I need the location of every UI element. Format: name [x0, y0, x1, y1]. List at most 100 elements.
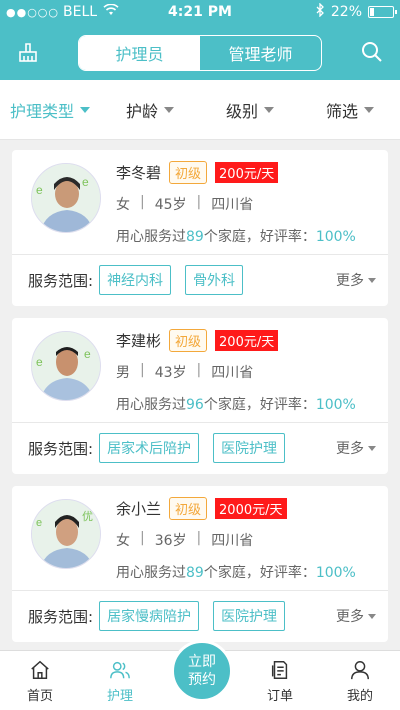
scope-tag[interactable]: 医院护理 [213, 433, 286, 463]
tab-caregiver[interactable]: 护理员 [79, 36, 200, 70]
served-prefix: 用心服务过 [116, 229, 186, 245]
carrier-name: BELL [63, 4, 98, 20]
filter-care-type[interactable]: 护理类型 [0, 98, 100, 122]
scope-tag[interactable]: 居家术后陪护 [99, 433, 200, 463]
tab-care[interactable]: 护理 [80, 651, 160, 710]
province: 四川省 [211, 197, 254, 213]
scope-tag[interactable]: 医院护理 [213, 601, 286, 631]
caregiver-name: 李建彬 [116, 331, 162, 350]
top-navbar: 护理员 管理老师 [0, 24, 400, 80]
book-now-button[interactable]: 立即 预约 [171, 640, 233, 702]
more-button[interactable]: 更多 [336, 606, 376, 626]
caregiver-card[interactable]: ee 李冬碧 初级 200元/天 女 | 45岁 | 四川省 用心服务过89个家庭，… [12, 150, 388, 306]
chevron-down-icon [164, 106, 174, 113]
separator: | [140, 530, 145, 546]
tab-label: 我的 [346, 689, 373, 704]
more-button[interactable]: 更多 [336, 270, 376, 290]
person-icon [351, 661, 369, 680]
tab-home[interactable]: 首页 [0, 651, 80, 710]
served-count: 89 [186, 229, 204, 245]
price-badge: 2000元/天 [215, 497, 287, 519]
caregiver-info: 余小兰 初级 2000元/天 女 | 36岁 | 四川省 用心服务过89个家庭，好评… [116, 496, 380, 582]
served-count: 89 [186, 565, 204, 581]
more-label: 更多 [336, 609, 364, 625]
separator: | [196, 362, 202, 378]
role-segmented-control: 护理员 管理老师 [78, 35, 322, 71]
scope-tag[interactable]: 骨外科 [185, 265, 244, 295]
chevron-down-icon [368, 613, 376, 619]
svg-text:e: e [84, 347, 91, 361]
served-suffix: 个家庭，好评率： [203, 229, 316, 245]
signal-strength: ●●○○○ [6, 5, 59, 19]
service-scope: 服务范围: 神经内科 骨外科 更多 [28, 255, 376, 305]
level-badge: 初级 [169, 328, 208, 352]
caregiver-card[interactable]: 优e 余小兰 初级 2000元/天 女 | 36岁 | 四川省 用心服务过89个家庭… [12, 486, 388, 642]
age: 36岁 [154, 533, 187, 549]
level-badge: 初级 [169, 160, 208, 184]
scope-tag[interactable]: 居家慢病陪护 [99, 601, 200, 631]
svg-text:优: 优 [82, 510, 93, 523]
tab-label: 护理 [106, 689, 133, 704]
caregiver-info: 李建彬 初级 200元/天 男 | 43岁 | 四川省 用心服务过96个家庭，好评率… [116, 328, 380, 414]
gender: 女 [116, 533, 130, 549]
served-prefix: 用心服务过 [116, 565, 186, 581]
age: 43岁 [154, 365, 187, 381]
battery-percent: 22% [330, 4, 362, 20]
separator: | [196, 194, 202, 210]
battery-icon [368, 6, 397, 18]
rating: 100% [315, 229, 356, 245]
separator: | [196, 530, 202, 546]
caregiver-card[interactable]: ee 李建彬 初级 200元/天 男 | 43岁 | 四川省 用心服务过96个家庭，… [12, 318, 388, 474]
filter-bar: 护理类型 护龄 级别 筛选 [0, 80, 400, 140]
caregiver-name: 李冬碧 [116, 163, 162, 182]
broom-icon[interactable] [16, 40, 40, 64]
service-summary: 用心服务过89个家庭，好评率：100% [116, 562, 380, 582]
filter-level[interactable]: 级别 [200, 98, 300, 122]
more-label: 更多 [336, 441, 364, 457]
svg-text:e: e [36, 355, 43, 369]
caregiver-info: 李冬碧 初级 200元/天 女 | 45岁 | 四川省 用心服务过89个家庭，好评率… [116, 160, 380, 246]
more-button[interactable]: 更多 [336, 438, 376, 458]
bluetooth-icon [316, 2, 325, 21]
filter-label: 护理类型 [9, 101, 74, 121]
price-badge: 200元/天 [215, 329, 279, 351]
filter-more[interactable]: 筛选 [300, 98, 400, 122]
tab-orders[interactable]: 订单 [240, 651, 320, 710]
scope-label: 服务范围: [28, 439, 94, 458]
svg-text:e: e [82, 175, 89, 189]
book-label-line1: 立即 [188, 654, 216, 670]
province: 四川省 [211, 365, 254, 381]
filter-label: 级别 [225, 101, 258, 121]
chevron-down-icon [80, 106, 90, 113]
chevron-down-icon [368, 445, 376, 451]
svg-text:e: e [36, 517, 42, 529]
gender: 女 [116, 197, 130, 213]
search-icon[interactable] [360, 40, 384, 64]
wifi-icon [103, 3, 119, 20]
filter-label: 护龄 [125, 101, 158, 121]
served-count: 96 [186, 397, 204, 413]
scope-tag[interactable]: 神经内科 [99, 265, 172, 295]
service-scope: 服务范围: 居家慢病陪护 医院护理 更多 [28, 591, 376, 641]
tab-mine[interactable]: 我的 [320, 651, 400, 710]
rating: 100% [315, 397, 356, 413]
age: 45岁 [154, 197, 187, 213]
chevron-down-icon [368, 277, 376, 283]
filter-experience[interactable]: 护龄 [100, 98, 200, 122]
separator: | [140, 194, 145, 210]
tab-supervisor[interactable]: 管理老师 [200, 36, 321, 70]
caregiver-name: 余小兰 [116, 499, 162, 518]
service-summary: 用心服务过96个家庭，好评率：100% [116, 394, 380, 414]
book-label-line2: 预约 [188, 672, 216, 688]
service-scope: 服务范围: 居家术后陪护 医院护理 更多 [28, 423, 376, 473]
home-icon [31, 660, 49, 679]
chevron-down-icon [364, 106, 374, 113]
scope-label: 服务范围: [28, 607, 94, 626]
served-prefix: 用心服务过 [116, 397, 186, 413]
level-badge: 初级 [169, 496, 208, 520]
gender: 男 [116, 365, 130, 381]
svg-text:e: e [36, 183, 43, 197]
served-suffix: 个家庭，好评率： [203, 397, 316, 413]
avatar: ee [31, 163, 101, 233]
served-suffix: 个家庭，好评率： [203, 565, 316, 581]
